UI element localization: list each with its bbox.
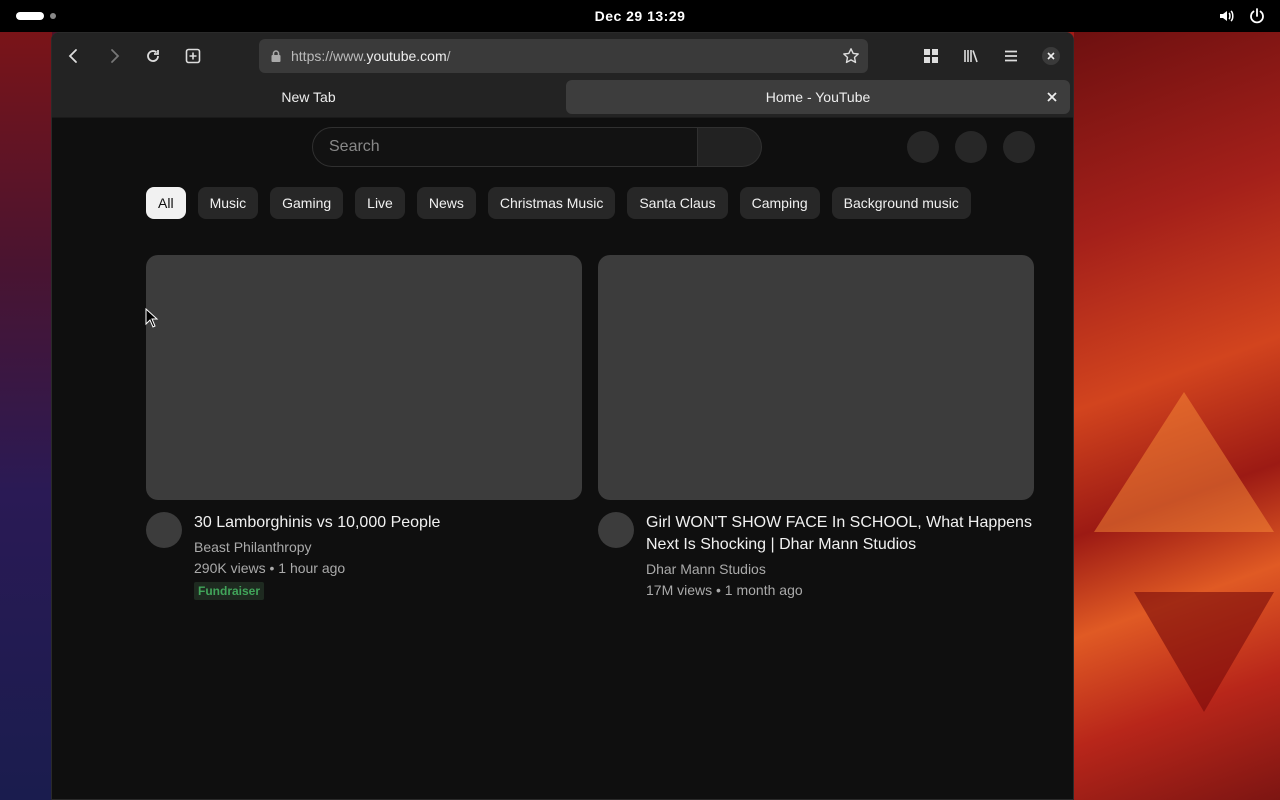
new-tab-button[interactable] bbox=[178, 41, 208, 71]
power-icon bbox=[1248, 7, 1266, 25]
fundraiser-badge: Fundraiser bbox=[194, 582, 265, 600]
lock-icon bbox=[271, 50, 281, 62]
tab-strip: New Tab Home - YouTube bbox=[52, 78, 1073, 118]
chip-all[interactable]: All bbox=[146, 187, 186, 219]
channel-name[interactable]: Beast Philanthropy bbox=[194, 538, 582, 556]
workspace-active-indicator bbox=[16, 12, 44, 20]
video-stats: 290K views • 1 hour ago bbox=[194, 560, 346, 576]
channel-name[interactable]: Dhar Mann Studios bbox=[646, 560, 1034, 578]
create-button[interactable] bbox=[907, 131, 939, 163]
browser-window: https://www.youtube.com/ New Tab Home - … bbox=[51, 32, 1074, 800]
notifications-button[interactable] bbox=[955, 131, 987, 163]
url-scheme: https://www. bbox=[291, 48, 367, 64]
video-thumbnail[interactable] bbox=[598, 255, 1034, 500]
tab-label: New Tab bbox=[281, 89, 336, 105]
tab-youtube-home[interactable]: Home - YouTube bbox=[566, 80, 1070, 114]
chip-background-music[interactable]: Background music bbox=[831, 187, 971, 219]
chip-music[interactable]: Music bbox=[197, 187, 259, 219]
bookmark-star-icon[interactable] bbox=[842, 47, 860, 65]
chip-santa-claus[interactable]: Santa Claus bbox=[627, 187, 728, 219]
url-path: / bbox=[446, 48, 451, 64]
volume-icon bbox=[1218, 7, 1236, 25]
chip-camping[interactable]: Camping bbox=[739, 187, 820, 219]
back-button[interactable] bbox=[59, 41, 89, 71]
close-window-button[interactable] bbox=[1036, 41, 1066, 71]
video-title[interactable]: 30 Lamborghinis vs 10,000 People bbox=[194, 512, 582, 534]
filter-chips: All Music Gaming Live News Christmas Mus… bbox=[146, 187, 971, 219]
tab-overview-button[interactable] bbox=[916, 41, 946, 71]
youtube-page: All Music Gaming Live News Christmas Mus… bbox=[52, 119, 1073, 799]
chip-gaming[interactable]: Gaming bbox=[270, 187, 344, 219]
url-host: youtube.com bbox=[366, 48, 447, 64]
grid-icon bbox=[924, 49, 938, 63]
channel-avatar[interactable] bbox=[146, 512, 182, 548]
forward-button[interactable] bbox=[99, 41, 129, 71]
url-text: https://www.youtube.com/ bbox=[291, 48, 451, 64]
search-button[interactable] bbox=[698, 127, 762, 167]
new-tab-icon bbox=[185, 48, 201, 64]
forward-arrow-icon bbox=[111, 49, 120, 63]
chip-news[interactable]: News bbox=[416, 187, 476, 219]
video-thumbnail[interactable] bbox=[146, 255, 582, 500]
video-card[interactable]: 30 Lamborghinis vs 10,000 People Beast P… bbox=[146, 255, 582, 600]
video-stats: 17M views • 1 month ago bbox=[646, 582, 803, 598]
wallpaper-left-strip bbox=[0, 32, 52, 800]
activities-button[interactable] bbox=[16, 12, 56, 20]
video-card[interactable]: Girl WON'T SHOW FACE In SCHOOL, What Hap… bbox=[598, 255, 1034, 600]
video-title[interactable]: Girl WON'T SHOW FACE In SCHOOL, What Hap… bbox=[646, 512, 1034, 556]
video-meta: Girl WON'T SHOW FACE In SCHOOL, What Hap… bbox=[598, 512, 1034, 600]
avatar-button[interactable] bbox=[1003, 131, 1035, 163]
reload-icon bbox=[147, 50, 159, 62]
mouse-cursor-icon bbox=[145, 308, 159, 328]
address-bar[interactable]: https://www.youtube.com/ bbox=[259, 39, 868, 73]
wallpaper-right-strip bbox=[1074, 32, 1280, 800]
tab-label: Home - YouTube bbox=[765, 89, 871, 105]
system-status-area[interactable] bbox=[1218, 7, 1266, 25]
library-icon bbox=[964, 50, 978, 63]
close-icon bbox=[1042, 47, 1060, 65]
search-box bbox=[312, 127, 762, 167]
tab-close-icon[interactable] bbox=[1044, 89, 1060, 105]
chip-live[interactable]: Live bbox=[355, 187, 405, 219]
reload-button[interactable] bbox=[138, 41, 168, 71]
hamburger-icon bbox=[1005, 50, 1017, 62]
workspace-indicator bbox=[50, 13, 56, 19]
back-arrow-icon bbox=[68, 49, 77, 63]
library-button[interactable] bbox=[956, 41, 986, 71]
clock[interactable]: Dec 29 13:29 bbox=[595, 8, 686, 24]
channel-avatar[interactable] bbox=[598, 512, 634, 548]
menu-button[interactable] bbox=[996, 41, 1026, 71]
search-input[interactable] bbox=[312, 127, 698, 167]
system-top-bar: Dec 29 13:29 bbox=[0, 0, 1280, 32]
video-meta: 30 Lamborghinis vs 10,000 People Beast P… bbox=[146, 512, 582, 600]
chip-christmas-music[interactable]: Christmas Music bbox=[487, 187, 616, 219]
tab-new-tab[interactable]: New Tab bbox=[56, 80, 561, 114]
browser-toolbar: https://www.youtube.com/ bbox=[52, 33, 1073, 78]
